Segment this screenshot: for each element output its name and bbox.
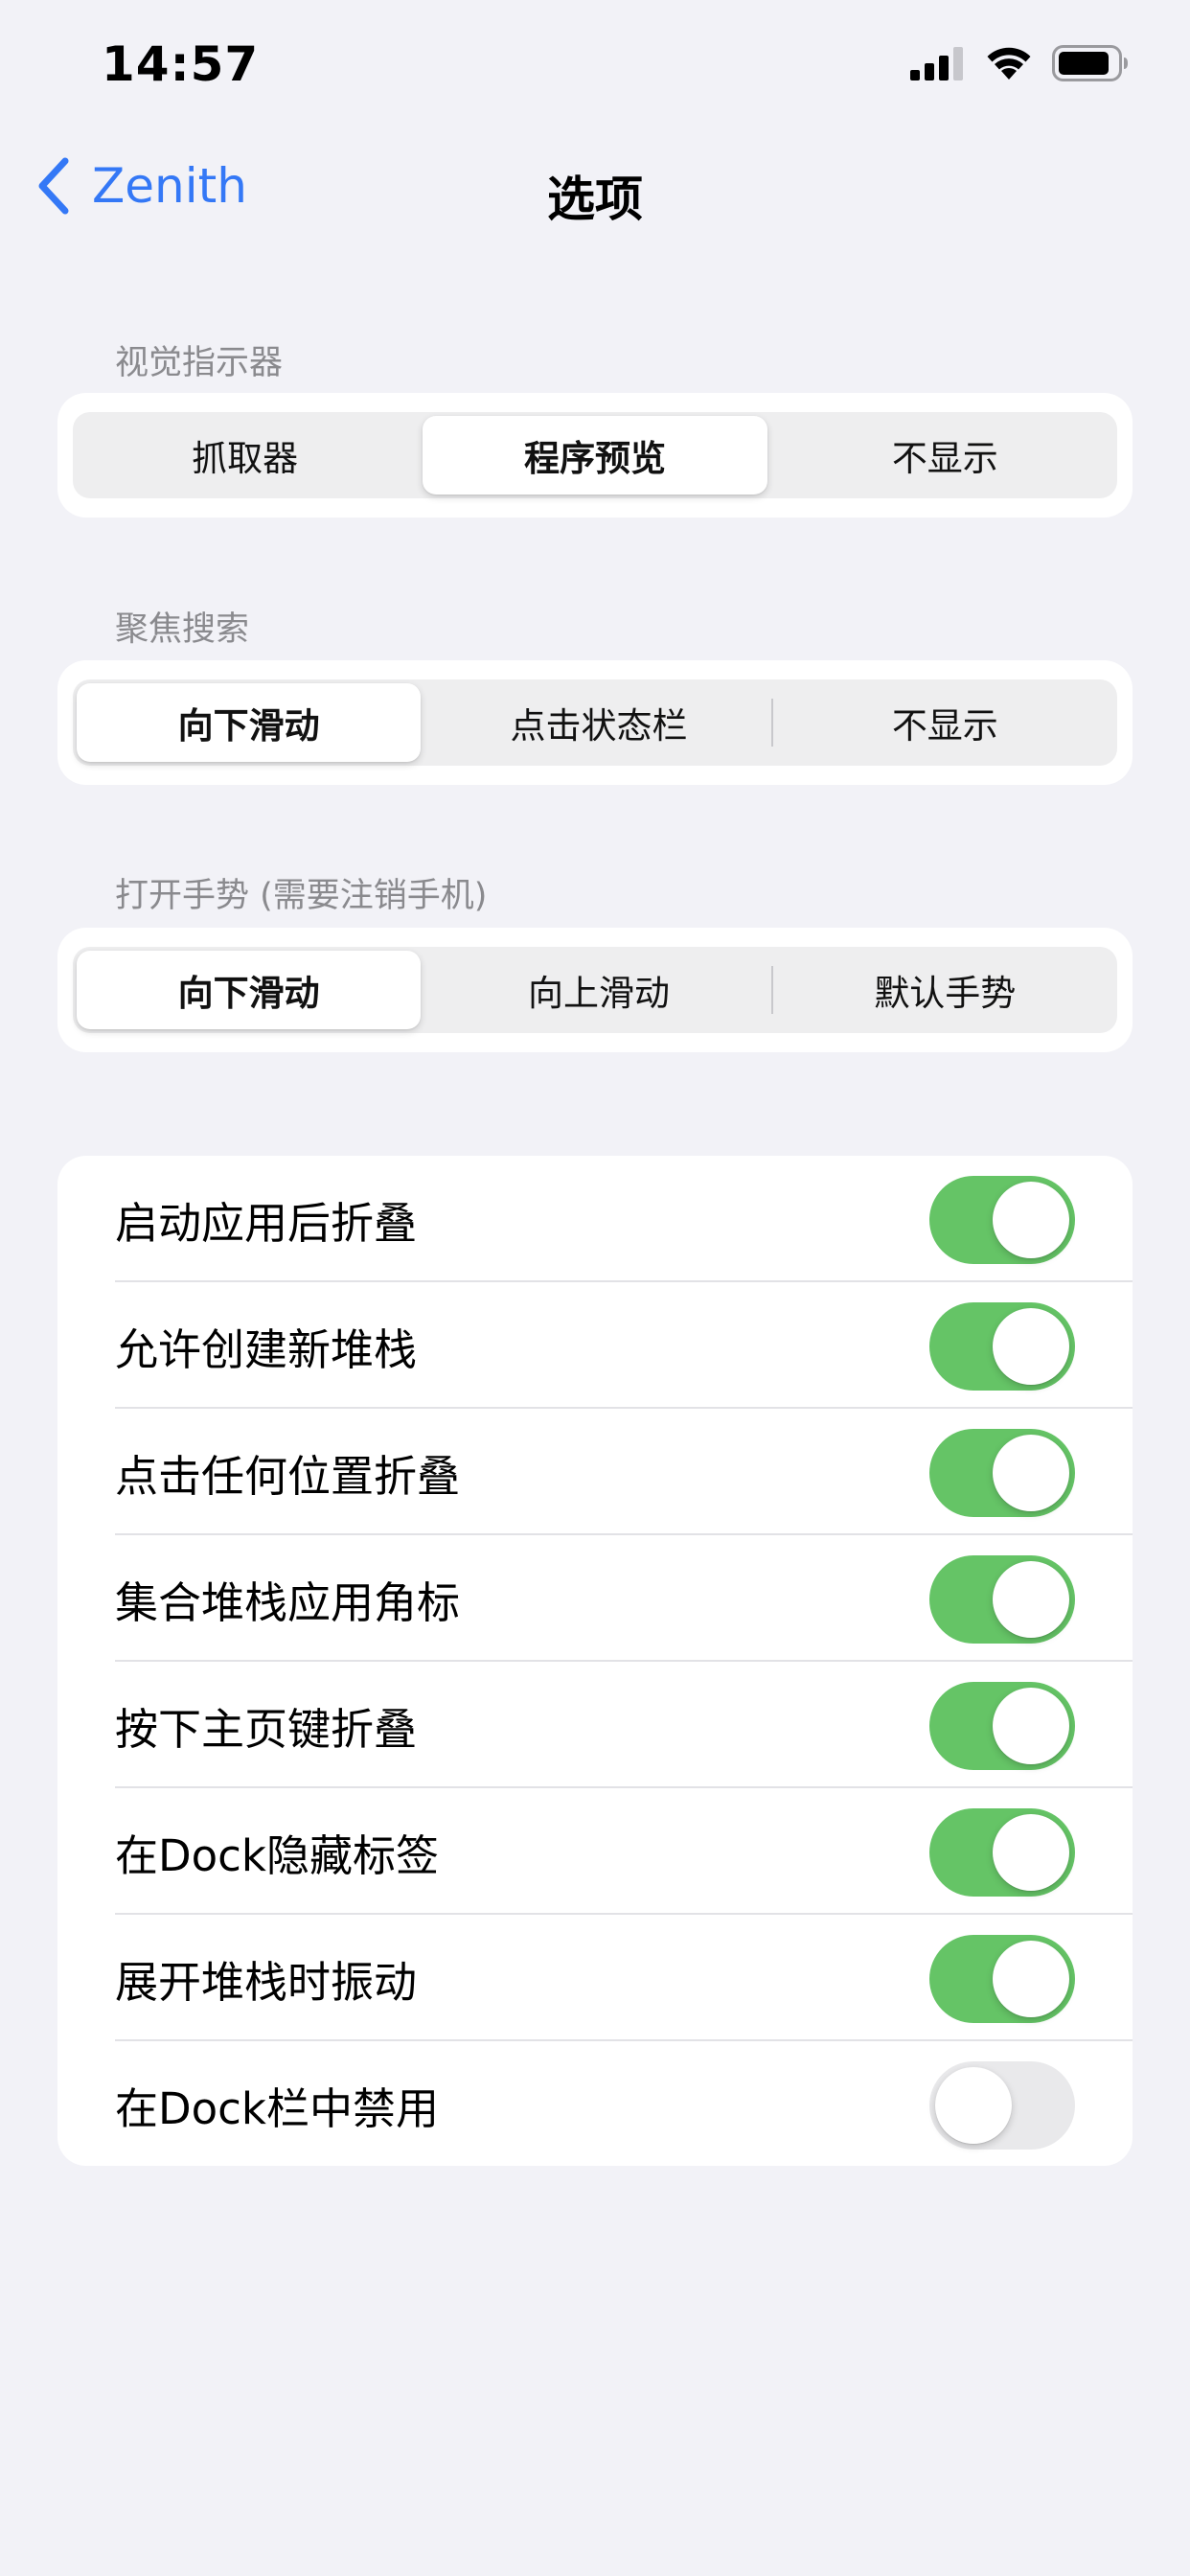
toggle-row-aggregate-badges: 集合堆栈应用角标 (57, 1535, 1133, 1662)
toggle-switch-home-button-collapse[interactable] (929, 1682, 1075, 1770)
switch-knob (993, 1941, 1069, 2017)
status-icons (910, 44, 1129, 82)
toggle-row-disable-in-dock: 在Dock栏中禁用 (57, 2041, 1133, 2166)
toggle-switch-aggregate-badges[interactable] (929, 1555, 1075, 1644)
segment-swipe-down[interactable]: 向下滑动 (77, 951, 422, 1029)
toggle-label: 允许创建新堆栈 (115, 1323, 418, 1375)
toggle-row-tap-anywhere-collapse: 点击任何位置折叠 (57, 1409, 1133, 1535)
open-gesture-card: 向下滑动 向上滑动 默认手势 (57, 928, 1133, 1052)
toggle-label: 在Dock栏中禁用 (115, 2082, 439, 2134)
toggle-switch-disable-in-dock[interactable] (929, 2061, 1075, 2150)
toggle-switch-tap-anywhere-collapse[interactable] (929, 1429, 1075, 1517)
toggle-label: 点击任何位置折叠 (115, 1450, 461, 1502)
spotlight-search-card: 向下滑动 点击状态栏 不显示 (57, 660, 1133, 785)
battery-icon (1052, 45, 1128, 81)
segment-hide[interactable]: 不显示 (773, 679, 1117, 766)
switch-knob (993, 1561, 1069, 1638)
toggle-label: 启动应用后折叠 (115, 1197, 418, 1249)
page-title: 选项 (547, 172, 643, 227)
wifi-icon (987, 47, 1031, 80)
toggle-row-haptic-on-expand: 展开堆栈时振动 (57, 1915, 1133, 2041)
toggle-label: 按下主页键折叠 (115, 1703, 418, 1755)
toggle-label: 集合堆栈应用角标 (115, 1576, 461, 1628)
cellular-signal-icon (910, 47, 963, 80)
toggle-row-allow-new-stacks: 允许创建新堆栈 (57, 1282, 1133, 1409)
switch-knob (993, 1688, 1069, 1764)
toggle-row-home-button-collapse: 按下主页键折叠 (57, 1662, 1133, 1788)
switch-knob (993, 1182, 1069, 1258)
section-header-open-gesture: 打开手势 (需要注销手机) (115, 877, 488, 915)
toggle-switch-allow-new-stacks[interactable] (929, 1302, 1075, 1391)
toggle-row-hide-dock-labels: 在Dock隐藏标签 (57, 1788, 1133, 1915)
toggle-switch-hide-dock-labels[interactable] (929, 1808, 1075, 1897)
switch-knob (935, 2067, 1012, 2144)
navigation-bar: Zenith 选项 (0, 144, 1190, 240)
segment-swipe-down[interactable]: 向下滑动 (77, 683, 422, 762)
segment-default-gesture[interactable]: 默认手势 (773, 947, 1117, 1033)
toggle-switch-haptic-on-expand[interactable] (929, 1935, 1075, 2023)
status-time: 14:57 (102, 36, 260, 92)
segment-swipe-up[interactable]: 向上滑动 (426, 947, 770, 1033)
toggle-settings-list: 启动应用后折叠 允许创建新堆栈 点击任何位置折叠 集合堆栈应用角标 按下主页键折… (57, 1156, 1133, 2166)
segment-app-preview[interactable]: 程序预览 (423, 416, 767, 494)
toggle-switch-collapse-after-launch[interactable] (929, 1176, 1075, 1264)
section-header-spotlight-search: 聚焦搜索 (115, 610, 250, 649)
segment-hide[interactable]: 不显示 (773, 412, 1117, 498)
section-header-visual-indicator: 视觉指示器 (115, 344, 284, 382)
switch-knob (993, 1814, 1069, 1891)
status-bar: 14:57 (0, 0, 1190, 134)
open-gesture-segmented-control: 向下滑动 向上滑动 默认手势 (73, 947, 1117, 1033)
toggle-row-collapse-after-launch: 启动应用后折叠 (57, 1156, 1133, 1282)
visual-indicator-card: 抓取器 程序预览 不显示 (57, 393, 1133, 518)
segment-grabber[interactable]: 抓取器 (73, 412, 417, 498)
switch-knob (993, 1308, 1069, 1385)
toggle-label: 在Dock隐藏标签 (115, 1829, 439, 1881)
toggle-label: 展开堆栈时振动 (115, 1956, 418, 2008)
spotlight-search-segmented-control: 向下滑动 点击状态栏 不显示 (73, 679, 1117, 766)
segment-tap-status-bar[interactable]: 点击状态栏 (426, 679, 770, 766)
switch-knob (993, 1435, 1069, 1511)
visual-indicator-segmented-control: 抓取器 程序预览 不显示 (73, 412, 1117, 498)
